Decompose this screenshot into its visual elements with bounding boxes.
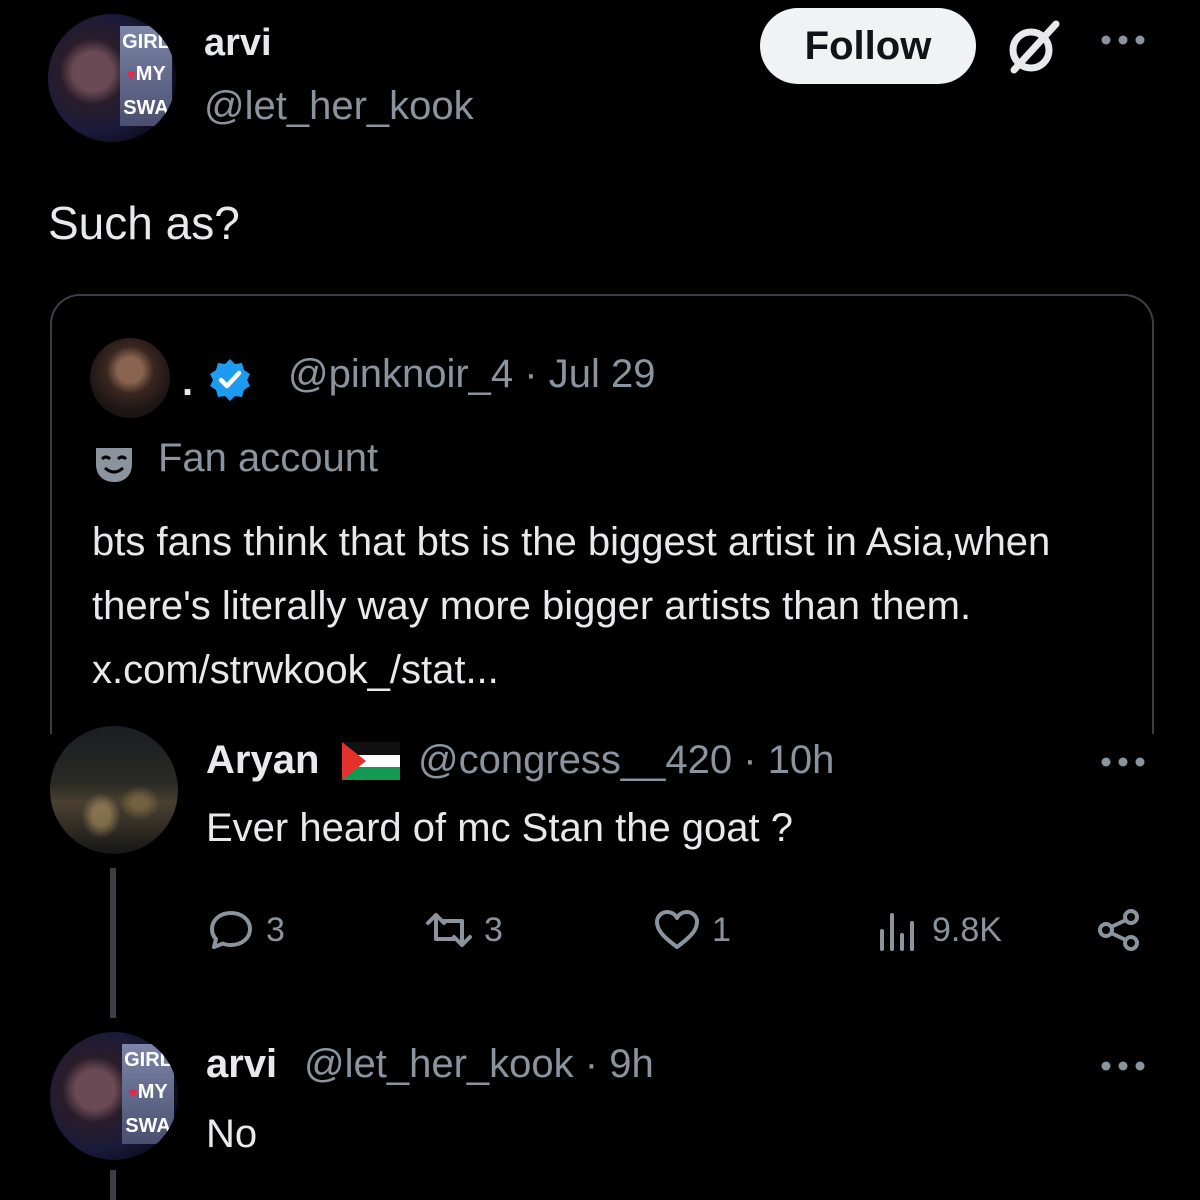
repost-icon — [426, 913, 472, 947]
views-button[interactable]: 9.8K — [872, 902, 1002, 958]
thread-connector — [110, 868, 116, 1018]
grok-icon[interactable] — [1000, 14, 1066, 80]
views-count: 9.8K — [932, 910, 1002, 949]
follow-button[interactable]: Follow — [760, 8, 976, 84]
reply-text: Ever heard of mc Stan the goat ? — [206, 806, 794, 850]
avatar-badge: GIRL ♥MY SWA — [122, 1044, 174, 1144]
reply-author-avatar[interactable] — [50, 726, 178, 854]
thread-connector — [110, 1170, 116, 1200]
repost-count: 3 — [484, 910, 503, 949]
share-button[interactable] — [1094, 902, 1144, 958]
reply2-author-avatar[interactable]: GIRL ♥MY SWA — [50, 1032, 178, 1160]
quote-author-name[interactable]: . — [182, 360, 193, 405]
more-icon[interactable] — [1098, 752, 1148, 772]
reply-count: 3 — [266, 910, 285, 949]
more-icon[interactable] — [1098, 1056, 1148, 1076]
quote-text: bts fans think that bts is the biggest a… — [92, 520, 1051, 692]
reply2-author-name[interactable]: arvi — [206, 1042, 277, 1087]
like-icon — [655, 910, 699, 949]
views-icon — [880, 913, 914, 951]
share-icon — [1098, 909, 1139, 951]
quoted-tweet[interactable]: . @pinknoir_4 · Jul 29 Fan account bts f… — [50, 294, 1154, 734]
more-icon[interactable] — [1098, 30, 1148, 50]
reply2-handle-time[interactable]: @let_her_kook · 9h — [304, 1042, 654, 1087]
quote-handle-date[interactable]: @pinknoir_4 · Jul 29 — [288, 352, 655, 397]
repost-button[interactable]: 3 — [424, 902, 503, 958]
author-avatar[interactable]: GIRL ♥MY SWA — [48, 14, 176, 142]
reply-button[interactable]: 3 — [206, 902, 285, 958]
reply-author-name[interactable]: Aryan — [206, 738, 319, 783]
author-handle[interactable]: @let_her_kook — [204, 84, 474, 129]
avatar-badge: GIRL ♥MY SWA — [120, 26, 172, 126]
palestine-flag-icon — [342, 742, 400, 780]
fan-account-label: Fan account — [158, 436, 379, 480]
verified-badge-icon — [210, 359, 250, 401]
mask-icon — [96, 448, 132, 482]
reply-handle-time[interactable]: @congress__420 · 10h — [418, 738, 834, 783]
quote-author-avatar[interactable] — [90, 338, 170, 418]
reply2-text: No — [206, 1112, 258, 1156]
author-name[interactable]: arvi — [204, 22, 272, 65]
like-button[interactable]: 1 — [652, 902, 731, 958]
like-count: 1 — [712, 910, 731, 949]
reply-icon — [210, 911, 252, 949]
post-text: Such as? — [48, 197, 240, 249]
